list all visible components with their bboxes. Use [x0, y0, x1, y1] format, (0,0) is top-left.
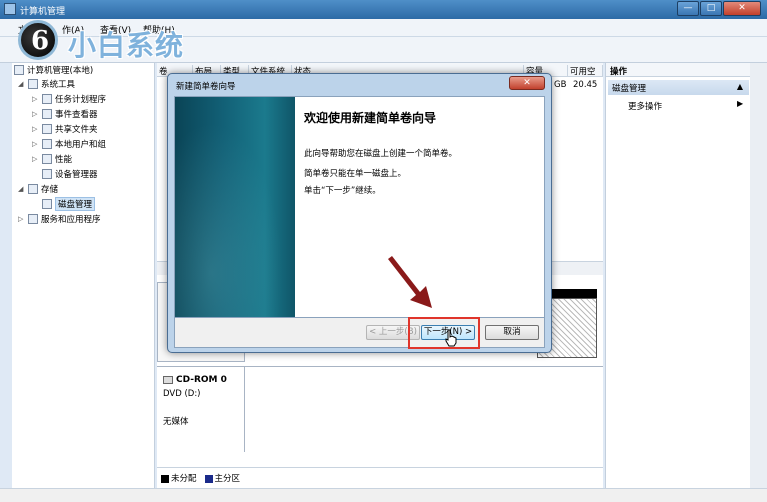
legend: 未分配 主分区: [157, 467, 603, 488]
actions-header: 操作: [606, 63, 751, 77]
collapsed-triangle-icon[interactable]: ▷: [32, 95, 39, 103]
collapse-up-icon[interactable]: ▲: [737, 82, 743, 91]
hand-cursor-icon: [445, 329, 457, 347]
cdrom-icon: [163, 376, 173, 384]
wizard-description-2: 简单卷只能在单一磁盘上。: [304, 169, 407, 179]
tree-item-shared-folders[interactable]: ▷ 共享文件夹: [32, 122, 98, 136]
legend-unallocated: 未分配: [161, 472, 197, 484]
cdrom-label: CD-ROM 0: [176, 375, 227, 385]
logo-text: 小白系统: [68, 29, 185, 62]
minimize-button[interactable]: —: [677, 1, 699, 16]
actions-group-disk-management[interactable]: 磁盘管理 ▲: [608, 80, 749, 95]
tools-icon: [28, 79, 38, 89]
disk-icon: [42, 199, 52, 209]
wizard-description-3: 单击“下一步”继续。: [304, 186, 381, 196]
collapsed-triangle-icon[interactable]: ▷: [18, 215, 25, 223]
users-icon: [42, 139, 52, 149]
primary-swatch: [204, 474, 213, 483]
clock-icon: [42, 94, 52, 104]
shared-folder-icon: [42, 124, 52, 134]
services-icon: [28, 214, 38, 224]
wizard-banner-image: [175, 97, 295, 317]
maximize-button[interactable]: □: [700, 1, 722, 16]
legend-primary: 主分区: [204, 472, 240, 484]
wizard-heading: 欢迎使用新建简单卷向导: [304, 111, 437, 125]
tree-item-event-viewer[interactable]: ▷ 事件查看器: [32, 107, 98, 121]
status-bar: [0, 488, 767, 502]
submenu-arrow-icon[interactable]: ▶: [737, 99, 743, 108]
collapsed-triangle-icon[interactable]: ▷: [32, 155, 39, 163]
tree-item-storage[interactable]: ◢ 存储: [18, 182, 58, 196]
unallocated-swatch: [161, 474, 169, 483]
expanded-triangle-icon[interactable]: ◢: [18, 185, 25, 193]
computer-management-window: 计算机管理 — □ ✕ 文 作(A) 查看(V) 帮助(H) 6 小白系统 计算…: [0, 0, 767, 502]
column-free[interactable]: 可用空: [568, 65, 603, 77]
expanded-triangle-icon[interactable]: ◢: [18, 80, 25, 88]
title-bar: 计算机管理 — □ ✕: [0, 0, 767, 19]
tree-item-root[interactable]: 计算机管理(本地): [14, 63, 93, 77]
cdrom-type: DVD (D:): [163, 389, 201, 399]
tree-item-services-apps[interactable]: ▷ 服务和应用程序: [18, 212, 101, 226]
tree-item-task-scheduler[interactable]: ▷ 任务计划程序: [32, 92, 106, 106]
storage-icon: [28, 184, 38, 194]
event-viewer-icon: [42, 109, 52, 119]
tree-item-local-users[interactable]: ▷ 本地用户和组: [32, 137, 106, 151]
wizard-footer: < 上一步(B) 下一步(N) > 取消: [174, 318, 545, 348]
more-actions-item[interactable]: 更多操作: [628, 100, 662, 112]
device-manager-icon: [42, 169, 52, 179]
close-button[interactable]: ✕: [723, 1, 761, 16]
watermark-logo: 6 小白系统: [18, 20, 218, 64]
new-simple-volume-wizard: 新建简单卷向导 ✕ 欢迎使用新建简单卷向导 此向导帮助您在磁盘上创建一个简单卷。…: [167, 73, 552, 353]
tree-item-disk-management[interactable]: 磁盘管理: [42, 197, 96, 211]
cdrom-media: 无媒体: [163, 417, 189, 427]
computer-management-icon: [4, 3, 16, 15]
actions-pane: 操作 磁盘管理 ▲ 更多操作 ▶: [605, 63, 751, 488]
collapsed-triangle-icon[interactable]: ▷: [32, 140, 39, 148]
wizard-title: 新建简单卷向导: [176, 82, 236, 92]
collapsed-triangle-icon[interactable]: ▷: [32, 110, 39, 118]
tree-item-system-tools[interactable]: ◢ 系统工具: [18, 77, 75, 91]
window-title: 计算机管理: [20, 7, 66, 17]
cancel-button[interactable]: 取消: [485, 325, 539, 340]
wizard-description-1: 此向导帮助您在磁盘上创建一个简单卷。: [304, 149, 458, 159]
tree-item-device-manager[interactable]: 设备管理器: [42, 167, 98, 181]
cdrom-partition-area[interactable]: [245, 366, 603, 452]
wizard-body: 欢迎使用新建简单卷向导 此向导帮助您在磁盘上创建一个简单卷。 简单卷只能在单一磁…: [174, 96, 545, 318]
computer-icon: [14, 65, 24, 75]
performance-icon: [42, 154, 52, 164]
wizard-close-button[interactable]: ✕: [509, 76, 545, 90]
tree-item-performance[interactable]: ▷ 性能: [32, 152, 72, 166]
vertical-scrollbar[interactable]: [750, 63, 767, 488]
navigation-tree: 计算机管理(本地) ◢ 系统工具 ▷ 任务计划程序 ▷ 事件查看器 ▷ 共享文件…: [12, 63, 155, 488]
annotation-arrow-icon: [388, 256, 432, 308]
collapsed-triangle-icon[interactable]: ▷: [32, 125, 39, 133]
cdrom-disk-block[interactable]: CD-ROM 0 DVD (D:) 无媒体: [157, 366, 245, 452]
row-free: 20.45: [573, 80, 598, 90]
row-capacity: GB: [554, 80, 567, 90]
logo-badge: 6: [18, 20, 58, 60]
